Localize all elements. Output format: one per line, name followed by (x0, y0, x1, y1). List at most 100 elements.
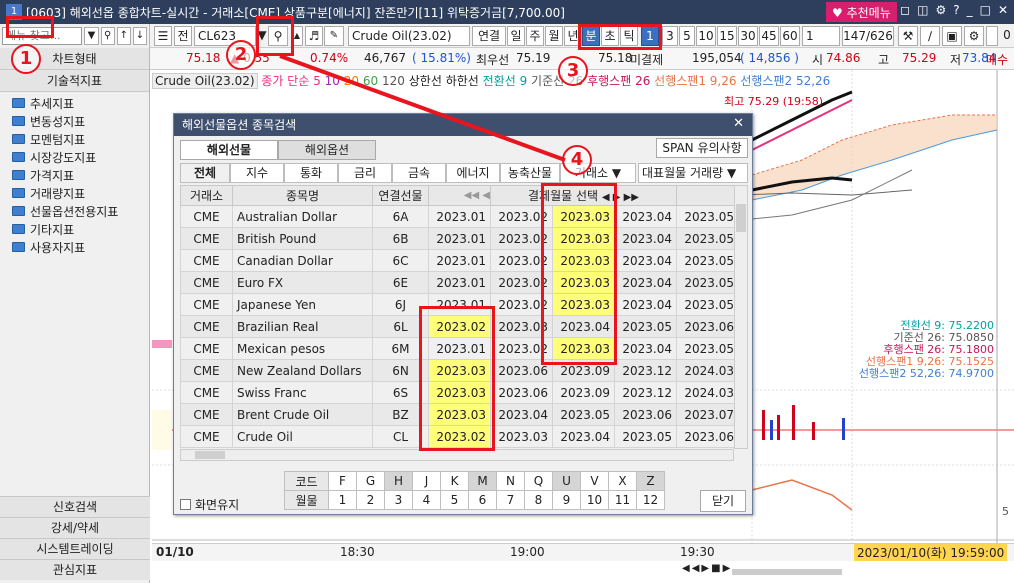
sort-select[interactable]: 대표월물 거래량 ▼ (638, 163, 748, 183)
keep-screen-checkbox[interactable] (180, 499, 191, 510)
table-row[interactable]: CME British Pound 6B 2023.01 2023.02 2023.03 2… (180, 227, 739, 250)
folder-item[interactable]: 기타지표 (0, 220, 149, 238)
month-cell[interactable]: 2023.01 (428, 249, 491, 272)
watch-indicator-tab[interactable]: 관심지표 (0, 559, 150, 580)
interval-button[interactable]: 45 (759, 26, 779, 46)
product-name-cell[interactable]: Canadian Dollar (232, 249, 373, 272)
span-notice-button[interactable]: SPAN 유의사항 (656, 138, 748, 158)
product-name-cell[interactable]: British Pound (232, 227, 373, 250)
folder-item[interactable]: 모멘텀지표 (0, 130, 149, 148)
interval-button[interactable]: 5 (679, 26, 695, 46)
interval-button[interactable]: 10 (696, 26, 716, 46)
zoom-slider[interactable] (732, 569, 843, 575)
down-arrow-icon[interactable]: ↓ (132, 27, 147, 45)
recommended-menu-button[interactable]: ♥ 추천메뉴 (826, 2, 897, 22)
month-cell[interactable]: 2023.07 (676, 403, 739, 426)
strength-weakness-tab[interactable]: 강세/약세 (0, 517, 150, 538)
gear-icon[interactable]: ⚙ (964, 26, 984, 46)
dropdown-arrow-icon[interactable]: ▼ (84, 27, 99, 45)
month-cell[interactable]: 2023.12 (614, 359, 677, 382)
category-energy[interactable]: 에너지 (446, 163, 500, 183)
close-button[interactable]: 닫기 (700, 490, 746, 512)
play-icon[interactable]: ▶ (723, 563, 731, 581)
month-cell[interactable]: 2023.06 (676, 315, 739, 338)
product-name-cell[interactable]: Japanese Yen (232, 293, 373, 316)
month-cell[interactable]: 2023.05 (676, 249, 739, 272)
month-cell[interactable]: 2023.03 (490, 425, 553, 448)
month-cell[interactable]: 2023.05 (552, 403, 615, 426)
all-button[interactable]: 전 (174, 26, 192, 46)
product-name-cell[interactable]: Swiss Franc (232, 381, 373, 404)
up-arrow-icon[interactable]: ↑ (116, 27, 131, 45)
interval-button[interactable]: 3 (662, 26, 678, 46)
continuous-button[interactable]: 연결 (472, 26, 506, 46)
category-agriculture[interactable]: 농축산물 (500, 163, 560, 183)
month-cell[interactable]: 2024.03 (676, 359, 739, 382)
category-currency[interactable]: 통화 (284, 163, 338, 183)
category-index[interactable]: 지수 (230, 163, 284, 183)
month-cell[interactable]: 2023.04 (614, 249, 677, 272)
toggle-panel-icon[interactable]: ☰ (154, 26, 172, 46)
category-interest[interactable]: 금리 (338, 163, 392, 183)
month-cell[interactable]: 2023.05 (676, 205, 739, 228)
month-cell[interactable]: 2023.04 (490, 403, 553, 426)
month-cell[interactable]: 2023.05 (614, 315, 677, 338)
settings-icon[interactable]: ⚙ (935, 3, 946, 17)
month-cell[interactable]: 2023.01 (428, 227, 491, 250)
save-icon[interactable]: ▣ (942, 26, 962, 46)
month-cell[interactable]: 2023.04 (552, 425, 615, 448)
memo-icon[interactable]: ✎ (324, 26, 344, 46)
folder-item[interactable]: 추세지표 (0, 94, 149, 112)
interval-button[interactable]: 15 (717, 26, 737, 46)
daily-button[interactable]: 일 (507, 26, 525, 46)
month-cell[interactable]: 2023.04 (614, 227, 677, 250)
product-name-cell[interactable]: Brent Crude Oil (232, 403, 373, 426)
close-icon[interactable]: ✕ (998, 3, 1008, 17)
folder-item[interactable]: 선물옵션전용지표 (0, 202, 149, 220)
link-icon[interactable]: ◫ (917, 3, 928, 17)
interval-button[interactable]: 60 (780, 26, 800, 46)
folder-item[interactable]: 변동성지표 (0, 112, 149, 130)
month-cell[interactable]: 2023.04 (614, 205, 677, 228)
hscroll-thumb[interactable] (195, 451, 225, 459)
folder-item[interactable]: 사용자지표 (0, 238, 149, 256)
month-cell[interactable]: 2023.01 (428, 205, 491, 228)
system-trading-tab[interactable]: 시스템트레이딩 (0, 538, 150, 559)
month-cell[interactable]: 2023.06 (676, 425, 739, 448)
prev-icon[interactable]: ◀ (692, 563, 700, 581)
product-name-cell[interactable]: Crude Oil (232, 425, 373, 448)
monthly-button[interactable]: 월 (545, 26, 563, 46)
maximize-icon[interactable]: □ (980, 3, 991, 17)
continuous-code-cell[interactable]: 6B (372, 227, 429, 250)
draw-icon[interactable]: ∕ (920, 26, 940, 46)
scrollbar-thumb[interactable] (736, 204, 746, 232)
month-cell[interactable]: 2023.05 (676, 271, 739, 294)
continuous-code-cell[interactable]: 6E (372, 271, 429, 294)
tab-futures[interactable]: 해외선물 (180, 140, 278, 160)
month-cell[interactable]: 2023.04 (614, 271, 677, 294)
folder-item[interactable]: 시장강도지표 (0, 148, 149, 166)
tools-icon[interactable]: ⚒ (898, 26, 918, 46)
product-name-cell[interactable]: New Zealand Dollars (232, 359, 373, 382)
month-cell[interactable]: 2024.03 (676, 381, 739, 404)
category-metal[interactable]: 금속 (392, 163, 446, 183)
option-checkbox[interactable] (986, 26, 998, 46)
continuous-code-cell[interactable]: 6A (372, 205, 429, 228)
month-cell[interactable]: 2023.05 (676, 293, 739, 316)
product-name-cell[interactable]: Australian Dollar (232, 205, 373, 228)
product-name-cell[interactable]: Mexican pesos (232, 337, 373, 360)
month-cell[interactable]: 2023.09 (552, 381, 615, 404)
folder-item[interactable]: 가격지표 (0, 166, 149, 184)
minimize-icon[interactable]: _ (967, 3, 973, 17)
month-cell[interactable]: 2023.05 (676, 227, 739, 250)
month-cell[interactable]: 2023.05 (614, 425, 677, 448)
month-cell[interactable]: 2023.06 (614, 403, 677, 426)
tab-options[interactable]: 해외옵션 (278, 140, 376, 160)
product-name-cell[interactable]: Euro FX (232, 271, 373, 294)
month-cell[interactable]: 2023.04 (614, 337, 677, 360)
restore-icon[interactable]: ◻ (900, 3, 910, 17)
category-all[interactable]: 전체 (180, 163, 230, 183)
keep-screen-option[interactable]: 화면유지 (180, 496, 239, 513)
vertical-scrollbar[interactable] (734, 185, 748, 449)
next-icon[interactable]: ▶ (701, 563, 709, 581)
